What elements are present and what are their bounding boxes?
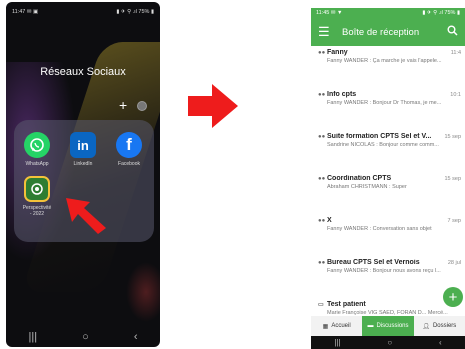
message-date: 15 sep [444, 133, 461, 140]
message-preview: Sandrine NICOLAS : Bonjour comme comm... [327, 142, 439, 148]
message-row[interactable]: ●● Fanny 11:4 Fanny WANDER : Ça marche j… [311, 46, 465, 88]
inbox-title: Boîte de réception [342, 26, 420, 38]
app-label: LinkedIn [73, 161, 93, 167]
recents-button[interactable]: ||| [29, 331, 38, 343]
status-time: 11:47 [12, 9, 26, 15]
app-linkedin[interactable]: in LinkedIn [63, 132, 103, 167]
group-icon: ●● [318, 133, 326, 140]
app-bar: ☰ Boîte de réception [311, 18, 465, 46]
back-button[interactable]: ‹ [134, 331, 138, 343]
message-preview: Fanny WANDER : Bonjour Dr Thomas, je me.… [327, 100, 442, 106]
recents-button[interactable]: ||| [334, 338, 340, 347]
message-row[interactable]: ●● Suite formation CPTS Sel et V... 15 s… [311, 130, 465, 172]
transition-arrow-icon [188, 84, 238, 128]
message-row[interactable]: ●● Coordination CPTS 15 sep Abraham CHRI… [311, 172, 465, 214]
status-time: 11:45 [316, 10, 330, 16]
message-sender: Bureau CPTS Sel et Vernois [327, 259, 420, 266]
folder-title[interactable]: Réseaux Sociaux [6, 66, 160, 78]
status-left-icons: ✉ ▼ [330, 10, 343, 16]
folder-color-button[interactable] [137, 101, 147, 111]
tab-dossiers[interactable]: 👤︎ Dossiers [414, 316, 465, 336]
app-facebook[interactable]: f Facebook [109, 132, 149, 167]
app-label: WhatsApp [25, 161, 49, 167]
linkedin-icon: in [70, 132, 96, 158]
message-preview: Fanny WANDER : Conversation sans objet [327, 226, 432, 232]
right-phone-screen: 11:45 ✉ ▼ ▮ ✈ ⚲ .ıl 75% ▮ ☰ Boîte de réc… [311, 8, 465, 349]
tab-accueil[interactable]: ▦ Accueil [311, 316, 362, 336]
new-message-button[interactable]: + [443, 287, 463, 307]
app-whatsapp[interactable]: WhatsApp [17, 132, 57, 167]
grid-icon: ▦ [322, 323, 329, 330]
add-app-button[interactable]: + [119, 98, 127, 112]
app-label: Perspectivité - 2022 [22, 205, 52, 217]
message-row[interactable]: ●● Bureau CPTS Sel et Vernois 28 jul Fan… [311, 256, 465, 298]
facebook-icon: f [116, 132, 142, 158]
red-pointer-arrow-icon [66, 198, 106, 234]
message-date: 15 sep [444, 175, 461, 182]
tab-label: Dossiers [432, 323, 457, 329]
message-sender: Coordination CPTS [327, 175, 392, 182]
status-right-icons: ▮ ✈ ⚲ .ıl 75% ▮ [422, 10, 460, 16]
group-icon: ●● [318, 217, 326, 224]
tab-label: Accueil [331, 323, 351, 329]
message-sender: Test patient [327, 301, 366, 308]
chat-icon: ▬ [367, 323, 374, 329]
wallpaper-glow-red [126, 262, 160, 322]
message-sender: Fanny [327, 49, 348, 56]
tab-label: Discussions [376, 323, 409, 329]
back-button[interactable]: ‹ [439, 338, 442, 347]
message-preview: Fanny WANDER : Ça marche je vais l'appel… [327, 58, 442, 64]
perspectivite-icon [24, 176, 50, 202]
message-row[interactable]: ●● X 7 sep Fanny WANDER : Conversation s… [311, 214, 465, 256]
left-status-bar: 11:47 ✉ ▣ ▮ ✈ ⚲ .ıl 75% ▮ [12, 7, 154, 17]
message-row[interactable]: ●● Info cpts 10:1 Fanny WANDER : Bonjour… [311, 88, 465, 130]
message-list: ●● Fanny 11:4 Fanny WANDER : Ça marche j… [311, 46, 465, 340]
whatsapp-icon [24, 132, 50, 158]
bottom-nav: ▦ Accueil ▬ Discussions 👤︎ Dossiers [311, 316, 465, 336]
group-icon: ●● [318, 175, 326, 182]
message-date: 11:4 [450, 49, 461, 56]
app-perspectivite[interactable]: Perspectivité - 2022 [17, 176, 57, 217]
message-date: 28 jul [447, 259, 461, 266]
message-date: 7 sep [447, 217, 461, 224]
menu-icon[interactable]: ☰ [318, 24, 332, 40]
person-icon: 👤︎ [422, 323, 430, 330]
right-status-bar: 11:45 ✉ ▼ ▮ ✈ ⚲ .ıl 75% ▮ [311, 8, 465, 18]
group-icon: ●● [318, 49, 326, 56]
status-right-icons: ▮ ✈ ⚲ .ıl 75% ▮ [116, 9, 154, 15]
home-button[interactable]: ○ [387, 338, 392, 347]
app-label: Facebook [118, 161, 140, 167]
search-icon[interactable] [447, 25, 458, 39]
message-sender: Suite formation CPTS Sel et V... [327, 133, 432, 140]
tab-discussions[interactable]: ▬ Discussions [362, 316, 414, 336]
message-date: 10:1 [450, 91, 461, 98]
right-system-nav: ||| ○ ‹ [311, 336, 465, 349]
contact-icon: ▭ [318, 302, 324, 308]
left-phone-screen: 11:47 ✉ ▣ ▮ ✈ ⚲ .ıl 75% ▮ Réseaux Sociau… [6, 2, 160, 347]
group-icon: ●● [318, 91, 326, 98]
message-sender: Info cpts [327, 91, 357, 98]
message-preview: Fanny WANDER : Bonjour nous avons reçu l… [327, 268, 441, 274]
status-left-icons: ✉ ▣ [26, 9, 39, 15]
message-preview: Abraham CHRISTMANN : Super [327, 184, 407, 190]
home-button[interactable]: ○ [82, 331, 89, 343]
left-system-nav: ||| ○ ‹ [6, 331, 160, 343]
group-icon: ●● [318, 259, 326, 266]
message-sender: X [327, 217, 332, 224]
